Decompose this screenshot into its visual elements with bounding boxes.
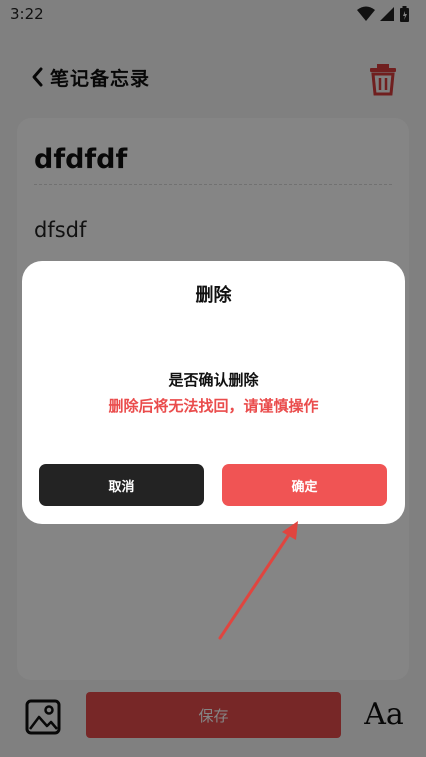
delete-confirm-dialog: 删除 是否确认删除 删除后将无法找回，请谨慎操作 取消 确定 — [22, 261, 405, 524]
confirm-button[interactable]: 确定 — [222, 464, 387, 506]
dialog-warning: 删除后将无法找回，请谨慎操作 — [108, 397, 319, 415]
dialog-message: 是否确认删除 — [168, 371, 259, 389]
dialog-title: 删除 — [195, 285, 232, 306]
cancel-button[interactable]: 取消 — [39, 464, 204, 506]
